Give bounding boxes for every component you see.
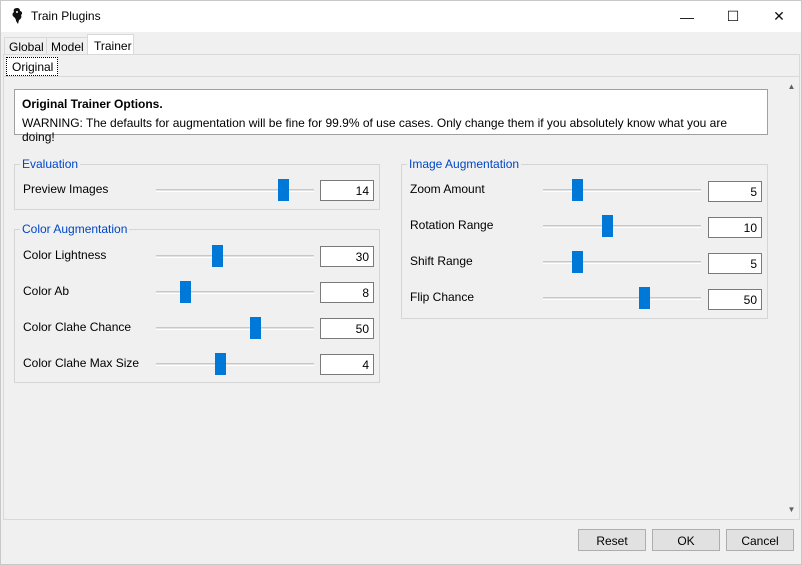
- value-input[interactable]: 5: [708, 181, 762, 202]
- row-label: Color Ab: [23, 284, 70, 298]
- cancel-button[interactable]: Cancel: [726, 529, 794, 551]
- title-bar: Train Plugins — ☐ ✕: [1, 1, 801, 32]
- train-plugins-window: Train Plugins — ☐ ✕ Global Model Trainer…: [0, 0, 802, 565]
- row-label: Zoom Amount: [410, 182, 485, 196]
- slider-track[interactable]: [543, 297, 701, 300]
- slider-thumb[interactable]: [179, 281, 191, 303]
- slider-track[interactable]: [156, 255, 314, 258]
- minimize-button[interactable]: —: [664, 1, 710, 32]
- value-input[interactable]: 8: [320, 282, 374, 303]
- slider-thumb[interactable]: [250, 317, 262, 339]
- color-augmentation-group-title: Color Augmentation: [20, 222, 130, 236]
- slider-thumb[interactable]: [601, 215, 613, 237]
- vertical-scrollbar[interactable]: ▲ ▼: [784, 77, 799, 519]
- slider-row-rotation-range: Rotation Range 10: [410, 215, 765, 238]
- value-input[interactable]: 10: [708, 217, 762, 238]
- slider-thumb[interactable]: [278, 179, 289, 201]
- tab-global[interactable]: Global: [4, 37, 47, 55]
- value-input[interactable]: 30: [320, 246, 374, 267]
- maximize-icon: ☐: [726, 8, 740, 24]
- color-augmentation-group: Color Augmentation Color Lightness 30 Co…: [14, 222, 380, 383]
- image-augmentation-group-title: Image Augmentation: [407, 157, 522, 171]
- slider-row-color-clahe-chance: Color Clahe Chance 50: [23, 317, 377, 339]
- slider-row-flip-chance: Flip Chance 50: [410, 287, 765, 310]
- slider-track[interactable]: [156, 189, 314, 192]
- value-input[interactable]: 50: [708, 289, 762, 310]
- reset-button[interactable]: Reset: [578, 529, 646, 551]
- app-icon: [12, 8, 23, 24]
- row-label: Color Lightness: [23, 248, 107, 262]
- row-label: Color Clahe Max Size: [23, 356, 140, 370]
- trainer-tab-content: Original Original Trainer Options. WARNI…: [3, 54, 800, 520]
- value-input[interactable]: 5: [708, 253, 762, 274]
- tab-model[interactable]: Model: [46, 37, 88, 55]
- slider-row-shift-range: Shift Range 5: [410, 251, 765, 274]
- slider-thumb[interactable]: [214, 353, 226, 375]
- close-icon: ✕: [773, 8, 785, 24]
- info-warning: WARNING: The defaults for augmentation w…: [22, 116, 728, 144]
- value-input[interactable]: 50: [320, 318, 374, 339]
- info-title: Original Trainer Options.: [22, 97, 163, 111]
- tab-trainer[interactable]: Trainer: [87, 34, 134, 55]
- slider-row-preview-images: Preview Images 14: [23, 179, 377, 201]
- slider-track[interactable]: [156, 327, 314, 330]
- slider-row-zoom-amount: Zoom Amount 5: [410, 179, 765, 202]
- value-input[interactable]: 14: [320, 180, 374, 201]
- slider-track[interactable]: [543, 261, 701, 264]
- subtab-original[interactable]: Original: [6, 57, 58, 76]
- slider-track[interactable]: [543, 189, 701, 192]
- scroll-down-icon[interactable]: ▼: [784, 502, 799, 517]
- slider-thumb[interactable]: [211, 245, 223, 267]
- minimize-icon: —: [680, 8, 694, 25]
- slider-track[interactable]: [543, 225, 701, 228]
- value-input[interactable]: 4: [320, 354, 374, 375]
- row-label: Preview Images: [23, 182, 109, 196]
- slider-row-color-lightness: Color Lightness 30: [23, 245, 377, 267]
- slider-row-color-clahe-max-size: Color Clahe Max Size 4: [23, 353, 377, 375]
- slider-track[interactable]: [156, 363, 314, 366]
- info-box: Original Trainer Options. WARNING: The d…: [14, 89, 768, 144]
- row-label: Rotation Range: [410, 218, 494, 232]
- close-button[interactable]: ✕: [756, 1, 802, 32]
- row-label: Flip Chance: [410, 290, 475, 304]
- slider-thumb[interactable]: [638, 287, 650, 309]
- evaluation-group: Evaluation Preview Images 14: [14, 157, 380, 210]
- maximize-button[interactable]: ☐: [710, 1, 756, 32]
- evaluation-group-title: Evaluation: [20, 157, 81, 171]
- slider-row-color-ab: Color Ab 8: [23, 281, 377, 303]
- slider-thumb[interactable]: [572, 179, 584, 201]
- ok-button[interactable]: OK: [652, 529, 720, 551]
- row-label: Shift Range: [410, 254, 473, 268]
- window-title: Train Plugins: [31, 9, 101, 23]
- row-label: Color Clahe Chance: [23, 320, 132, 334]
- slider-thumb[interactable]: [572, 251, 584, 273]
- image-augmentation-group: Image Augmentation Zoom Amount 5 Rotatio…: [401, 157, 768, 319]
- scroll-up-icon[interactable]: ▲: [784, 79, 799, 94]
